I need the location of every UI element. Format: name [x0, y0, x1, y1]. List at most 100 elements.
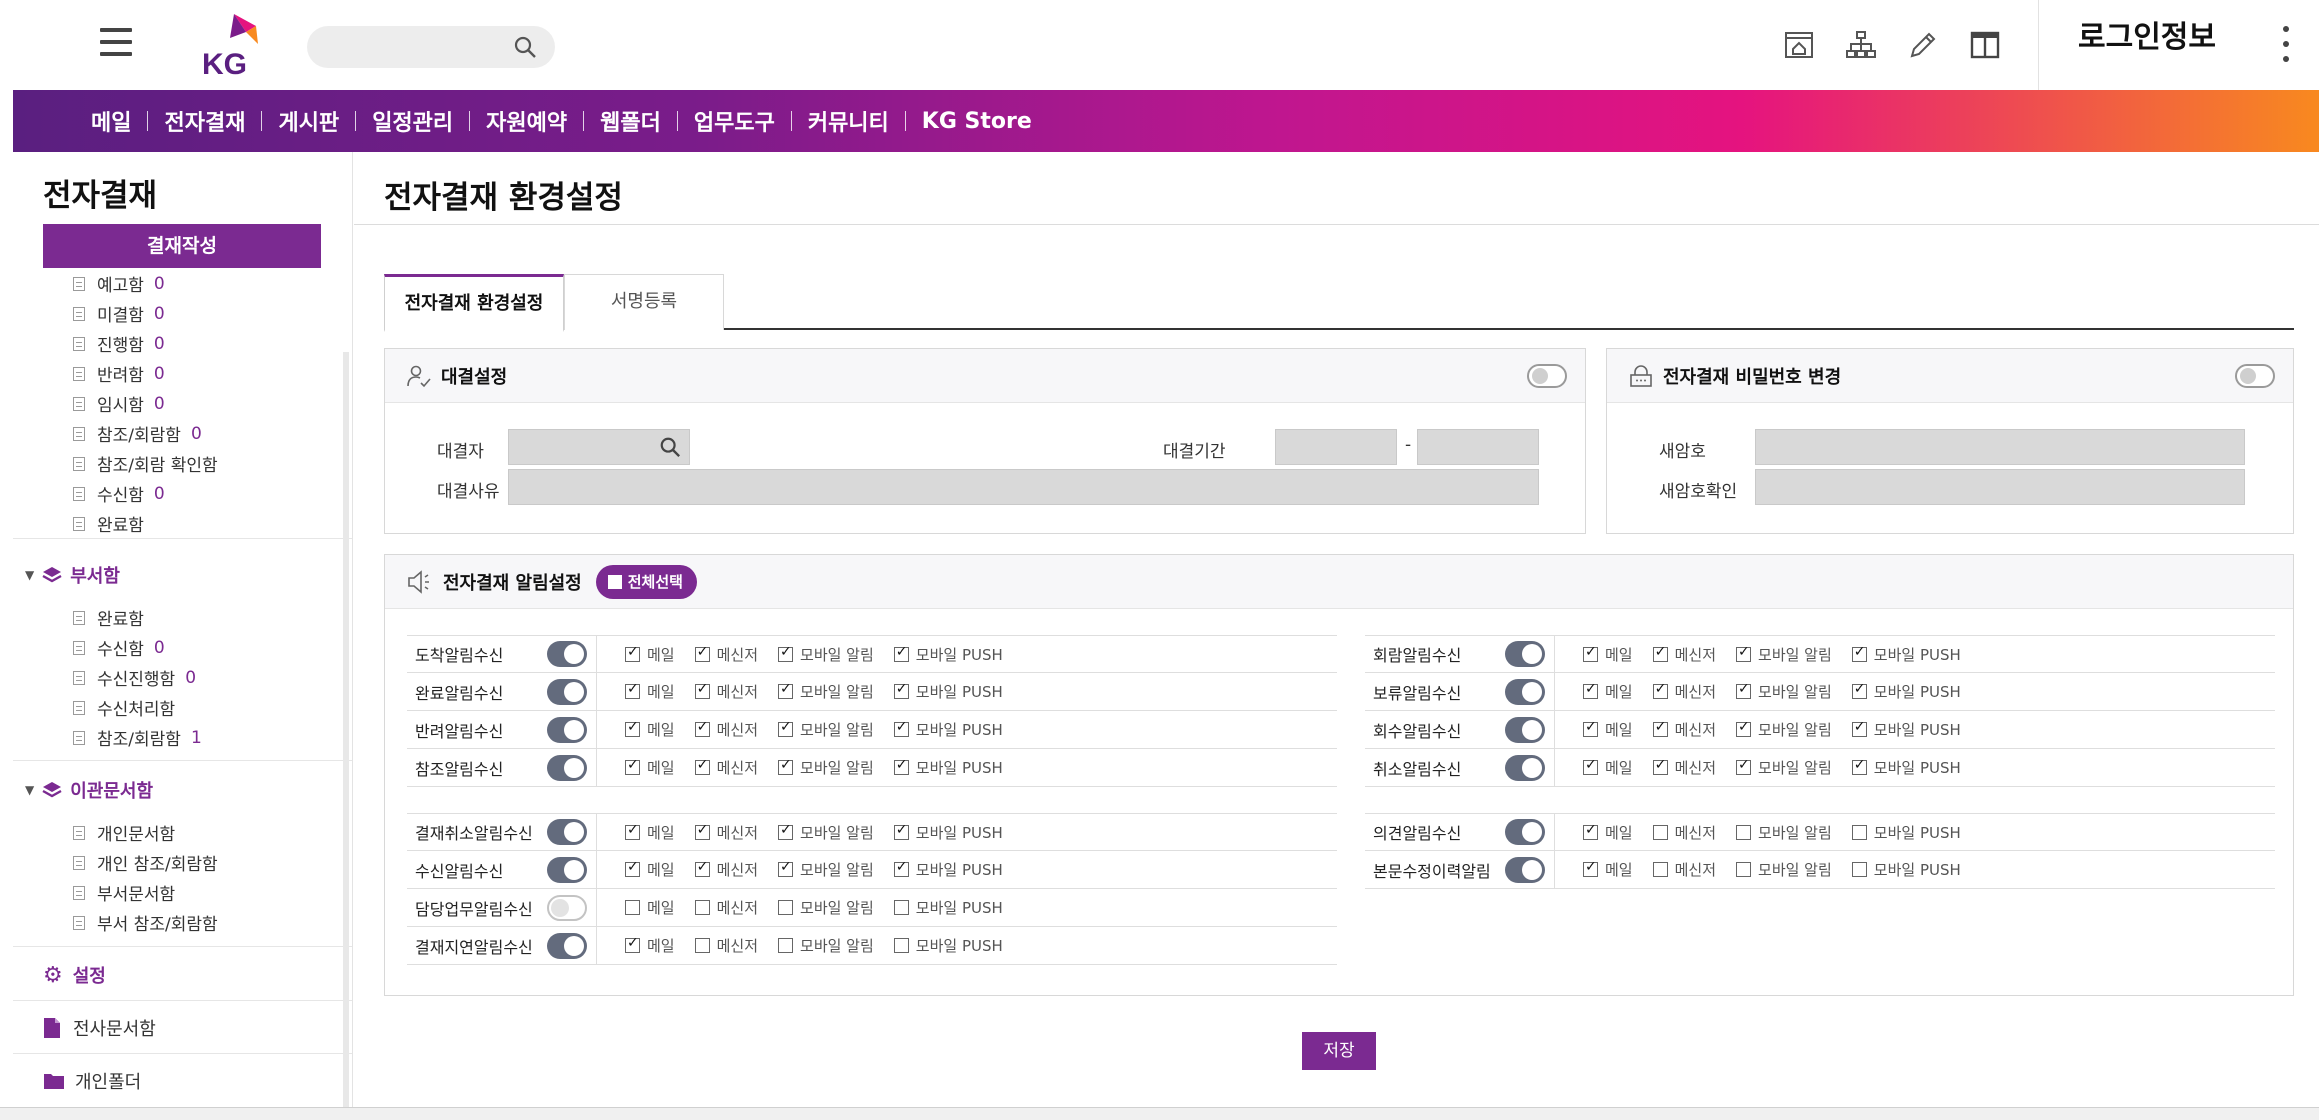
checkbox[interactable]	[893, 859, 909, 877]
notify-option-2[interactable]: 모바일 알림	[1736, 644, 1832, 665]
checkbox[interactable]	[1652, 719, 1668, 737]
notify-switch[interactable]	[547, 819, 587, 845]
notify-option-1[interactable]: 메신저	[694, 644, 758, 665]
save-button[interactable]: 저장	[1302, 1032, 1376, 1070]
notify-switch[interactable]	[547, 754, 587, 781]
checkbox[interactable]	[893, 938, 909, 953]
sidebar-item-personal-2[interactable]: 진행함 0	[73, 331, 165, 356]
notify-switch[interactable]	[1505, 754, 1545, 781]
sidebar-item-transfer-0[interactable]: 개인문서함	[73, 820, 175, 845]
sidebar-item-dept-2[interactable]: 수신진행함 0	[73, 665, 196, 690]
sidebar-item-personal-0[interactable]: 예고함 0	[73, 271, 165, 296]
notify-option-1[interactable]: 메신저	[694, 757, 758, 778]
checkbox[interactable]	[1583, 859, 1598, 877]
sidebar-group-transfer[interactable]: ▼ 이관문서함	[25, 777, 153, 803]
tab-approval-settings[interactable]: 전자결재 환경설정	[384, 274, 564, 332]
checkbox[interactable]	[1652, 681, 1668, 699]
pencil-icon[interactable]	[1906, 28, 1940, 62]
sidebar-item-personal-1[interactable]: 미결함 0	[73, 301, 165, 326]
notify-option-1[interactable]: 메신저	[694, 719, 758, 740]
notify-option-0[interactable]: 메일	[625, 719, 675, 740]
password-toggle[interactable]	[2235, 364, 2275, 388]
notify-option-0[interactable]: 메일	[625, 822, 675, 843]
checkbox[interactable]	[893, 719, 909, 737]
nav-item-4[interactable]: 자원예약	[453, 105, 567, 137]
notify-option-3[interactable]: 모바일 PUSH	[893, 757, 1003, 778]
sidebar-item-transfer-1[interactable]: 개인 참조/회람함	[73, 850, 218, 875]
notify-option-1[interactable]: 메신저	[694, 822, 758, 843]
checkbox[interactable]	[893, 681, 909, 699]
checkbox[interactable]	[1736, 644, 1752, 662]
checkbox[interactable]	[1583, 644, 1598, 662]
notify-switch[interactable]	[1505, 716, 1545, 743]
notify-switch[interactable]	[547, 932, 587, 959]
notify-option-2[interactable]: 모바일 알림	[1736, 719, 1832, 740]
notify-option-1[interactable]: 메신저	[1652, 757, 1716, 778]
notify-option-3[interactable]: 모바일 PUSH	[893, 859, 1003, 880]
notify-option-3[interactable]: 모바일 PUSH	[1851, 757, 1961, 778]
notify-option-1[interactable]: 메신저	[694, 859, 758, 880]
search-icon[interactable]	[513, 35, 537, 59]
notify-option-0[interactable]: 메일	[1583, 822, 1633, 843]
home-icon[interactable]	[1782, 28, 1816, 62]
notify-option-1[interactable]: 메신저	[1652, 644, 1716, 665]
sidebar-item-dept-3[interactable]: 수신처리함	[73, 695, 175, 720]
notify-option-2[interactable]: 모바일 알림	[1736, 757, 1832, 778]
nav-item-1[interactable]: 전자결재	[131, 105, 245, 137]
notify-switch[interactable]	[547, 641, 587, 667]
notify-option-1[interactable]: 메신저	[694, 681, 758, 702]
checkbox[interactable]	[1652, 757, 1668, 775]
checkbox[interactable]	[1851, 862, 1867, 877]
confirm-password-input[interactable]	[1755, 469, 2245, 505]
notify-option-0[interactable]: 메일	[1583, 644, 1633, 665]
proxy-toggle[interactable]	[1527, 364, 1567, 388]
sidebar-item-transfer-3[interactable]: 부서 참조/회람함	[73, 910, 218, 935]
notify-switch[interactable]	[1505, 678, 1545, 705]
checkbox[interactable]	[1736, 757, 1752, 775]
notify-option-3[interactable]: 모바일 PUSH	[1851, 644, 1961, 665]
notify-option-2[interactable]: 모바일 알림	[778, 897, 874, 918]
notify-option-0[interactable]: 메일	[1583, 719, 1633, 740]
notify-option-2[interactable]: 모바일 알림	[1736, 859, 1832, 880]
notify-option-0[interactable]: 메일	[625, 935, 675, 956]
checkbox[interactable]	[1851, 681, 1867, 699]
search-icon[interactable]	[659, 436, 681, 458]
notify-option-3[interactable]: 모바일 PUSH	[1851, 719, 1961, 740]
notify-option-0[interactable]: 메일	[1583, 859, 1633, 880]
checkbox[interactable]	[694, 644, 710, 662]
menu-icon[interactable]	[100, 28, 132, 58]
notify-option-3[interactable]: 모바일 PUSH	[893, 897, 1003, 918]
proxy-end-date-input[interactable]	[1417, 429, 1539, 465]
notify-switch[interactable]	[547, 894, 587, 921]
notify-option-3[interactable]: 모바일 PUSH	[1851, 822, 1961, 843]
notify-option-3[interactable]: 모바일 PUSH	[1851, 681, 1961, 702]
checkbox[interactable]	[1851, 824, 1867, 840]
notify-option-3[interactable]: 모바일 PUSH	[893, 719, 1003, 740]
sidebar-item-dept-4[interactable]: 참조/회람함 1	[73, 725, 202, 750]
nav-item-7[interactable]: 커뮤니티	[775, 105, 889, 137]
sidebar-item-personal-6[interactable]: 참조/회람 확인함	[73, 451, 218, 476]
checkbox[interactable]	[1652, 644, 1668, 662]
nav-item-6[interactable]: 업무도구	[661, 105, 775, 137]
sidebar-item-personal-3[interactable]: 반려함 0	[73, 361, 165, 386]
checkbox[interactable]	[625, 644, 640, 662]
new-password-input[interactable]	[1755, 429, 2245, 465]
checkbox[interactable]	[778, 681, 794, 699]
sidebar-item-personal-8[interactable]: 완료함	[73, 511, 144, 536]
notify-option-0[interactable]: 메일	[625, 859, 675, 880]
notify-option-3[interactable]: 모바일 PUSH	[893, 822, 1003, 843]
nav-item-2[interactable]: 게시판	[245, 105, 339, 137]
sidebar-item-dept-0[interactable]: 완료함	[73, 605, 144, 630]
checkbox[interactable]	[1851, 757, 1867, 775]
notify-option-1[interactable]: 메신저	[1652, 681, 1716, 702]
notify-option-1[interactable]: 메신저	[1652, 719, 1716, 740]
checkbox[interactable]	[1736, 681, 1752, 699]
notify-option-2[interactable]: 모바일 알림	[778, 935, 874, 956]
org-chart-icon[interactable]	[1844, 28, 1878, 62]
checkbox[interactable]	[694, 859, 710, 877]
notify-option-2[interactable]: 모바일 알림	[1736, 681, 1832, 702]
login-info[interactable]: 로그인정보	[2078, 12, 2216, 56]
notify-switch[interactable]	[547, 856, 587, 883]
checkbox[interactable]	[1736, 862, 1752, 877]
checkbox[interactable]	[1736, 719, 1752, 737]
